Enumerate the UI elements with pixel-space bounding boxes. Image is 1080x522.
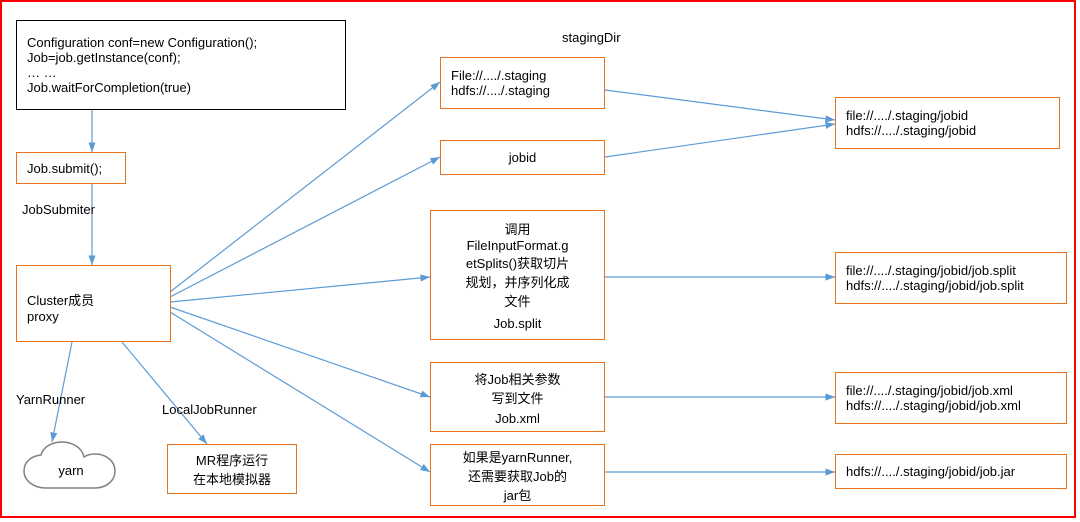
job-submiter-label: JobSubmiter <box>22 202 95 217</box>
text: MR程序运行 <box>196 450 268 469</box>
code-snippet-box: Configuration conf=new Configuration(); … <box>16 20 346 110</box>
text: Job.xml <box>495 411 540 426</box>
text: 文件 <box>504 291 530 310</box>
text: 调用 <box>504 219 530 238</box>
local-job-runner-label: LocalJobRunner <box>162 402 257 417</box>
text: proxy <box>27 309 59 324</box>
text: hdfs://..../.staging/jobid/job.split <box>846 278 1056 293</box>
mr-local-box: MR程序运行 在本地模拟器 <box>167 444 297 494</box>
jobid-box: jobid <box>440 140 605 175</box>
text: hdfs://..../.staging/jobid/job.xml <box>846 398 1056 413</box>
yarn-cloud: yarn <box>16 440 126 500</box>
output-split-box: file://..../.staging/jobid/job.split hdf… <box>835 252 1067 304</box>
text: file://..../.staging/jobid/job.split <box>846 263 1056 278</box>
text: 写到文件 <box>491 388 543 407</box>
code-line: Job.waitForCompletion(true) <box>27 80 335 95</box>
text: etSplits()获取切片 <box>466 253 569 272</box>
cluster-proxy-box: Cluster成员 proxy <box>16 265 171 342</box>
text: Job.submit(); <box>27 161 115 176</box>
text: file://..../.staging/jobid/job.xml <box>846 383 1056 398</box>
text: Job.split <box>494 316 542 331</box>
text: jobid <box>509 150 536 165</box>
code-line: … … <box>27 65 335 80</box>
splits-box: 调用 FileInputFormat.g etSplits()获取切片 规划，并… <box>430 210 605 340</box>
diagram-frame: Configuration conf=new Configuration(); … <box>0 0 1076 518</box>
output-jobid-box: file://..../.staging/jobid hdfs://..../.… <box>835 97 1060 149</box>
text: hdfs://..../.staging <box>451 83 594 98</box>
text: 还需要获取Job的 <box>468 466 567 485</box>
text: jar包 <box>504 485 531 504</box>
yarn-cloud-label: yarn <box>16 440 126 500</box>
yarn-runner-label: YarnRunner <box>16 392 85 407</box>
text: FileInputFormat.g <box>467 238 569 253</box>
staging-box: File://..../.staging hdfs://..../.stagin… <box>440 57 605 109</box>
text: 将Job相关参数 <box>475 369 561 388</box>
text: 如果是yarnRunner, <box>463 447 573 466</box>
text: 在本地模拟器 <box>193 469 271 488</box>
text: file://..../.staging/jobid <box>846 108 1049 123</box>
text: Cluster成员 <box>27 290 94 309</box>
jar-box: 如果是yarnRunner, 还需要获取Job的 jar包 <box>430 444 605 506</box>
text: hdfs://..../.staging/jobid/job.jar <box>846 464 1056 479</box>
text: File://..../.staging <box>451 68 594 83</box>
text: hdfs://..../.staging/jobid <box>846 123 1049 138</box>
output-jar-box: hdfs://..../.staging/jobid/job.jar <box>835 454 1067 489</box>
job-submit-box: Job.submit(); <box>16 152 126 184</box>
staging-dir-label: stagingDir <box>562 30 621 45</box>
code-line: Job=job.getInstance(conf); <box>27 50 335 65</box>
text: 规划，并序列化成 <box>465 272 569 291</box>
xml-box: 将Job相关参数 写到文件 Job.xml <box>430 362 605 432</box>
output-xml-box: file://..../.staging/jobid/job.xml hdfs:… <box>835 372 1067 424</box>
code-line: Configuration conf=new Configuration(); <box>27 35 335 50</box>
